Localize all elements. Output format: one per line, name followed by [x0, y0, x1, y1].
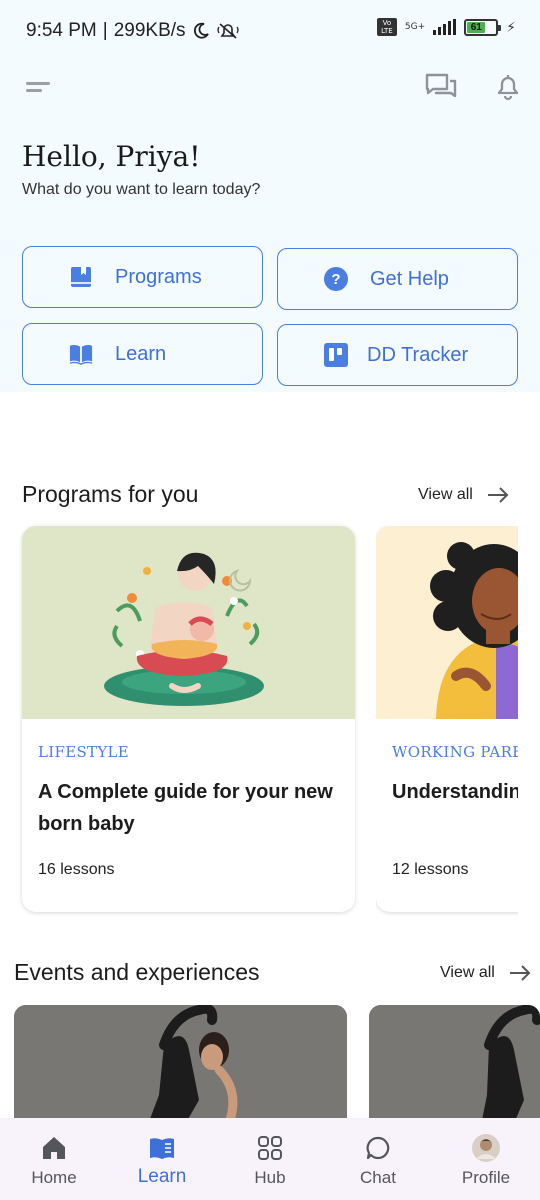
status-separator: | [102, 20, 108, 41]
nav-chat-label: Chat [360, 1168, 396, 1187]
events-view-all[interactable]: View all [440, 964, 531, 982]
program-lessons: 16 lessons [38, 861, 115, 878]
dd-tracker-label: DD Tracker [367, 344, 469, 366]
signal-icon [433, 19, 457, 35]
nav-chat[interactable]: Chat [324, 1118, 432, 1200]
status-speed: 299KB/s [113, 20, 186, 41]
chat-bubbles-icon[interactable] [424, 72, 458, 102]
status-right: Vo LTE 5G+ 61 ⚡ [376, 18, 516, 36]
moon-icon [193, 22, 209, 39]
bookmark-book-icon [71, 267, 91, 287]
question-circle-icon: ? [324, 267, 348, 291]
home-icon [43, 1137, 65, 1159]
event-card[interactable] [369, 1005, 540, 1135]
volte-badge: Vo LTE [376, 18, 397, 36]
nav-learn-label: Learn [137, 1166, 187, 1187]
status-time: 9:54 PM [26, 20, 97, 41]
network-label: 5G+ [404, 21, 426, 32]
nav-hub-label: Hub [254, 1168, 286, 1187]
open-book-icon [69, 344, 93, 365]
program-tag: LIFESTYLE [38, 743, 130, 761]
program-card-clip: WORKING PARENTS Understanding behaviour … [376, 526, 518, 916]
silent-bell-icon [216, 23, 239, 39]
program-tag: WORKING PARENTS [392, 743, 518, 761]
network-type: 5G+ [404, 21, 426, 32]
learn-button[interactable]: Learn [22, 323, 263, 385]
programs-view-all-label: View all [418, 486, 473, 503]
nav-profile[interactable]: Profile [432, 1118, 540, 1200]
program-lessons: 12 lessons [392, 861, 469, 878]
program-card[interactable]: LIFESTYLE A Complete guide for your new … [22, 526, 355, 912]
arrow-right-icon [487, 487, 509, 503]
program-card[interactable]: WORKING PARENTS Understanding behaviour … [376, 526, 518, 912]
arrow-right-icon [509, 965, 531, 981]
greeting-subtitle: What do you want to learn today? [22, 181, 261, 198]
programs-label: Programs [115, 266, 202, 288]
status-bar: 9:54 PM | 299KB/s Vo LTE 5G+ 61 ⚡ [0, 0, 540, 64]
bottom-navigation: Home Learn Hub Chat Profile [0, 1118, 540, 1200]
tracker-board-icon [324, 343, 348, 367]
nav-profile-label: Profile [461, 1168, 511, 1187]
battery-icon: 61 [464, 18, 502, 36]
events-section-title: Events and experiences [14, 959, 260, 985]
chat-icon [366, 1136, 390, 1160]
program-title: A Complete guide for your new born baby [38, 781, 333, 835]
nav-home-label: Home [31, 1168, 77, 1187]
greeting-title: Hello, Priya! [22, 140, 201, 173]
get-help-label: Get Help [370, 268, 449, 290]
grid-icon [258, 1136, 282, 1160]
status-left: 9:54 PM | 299KB/s [26, 20, 240, 42]
dd-tracker-button[interactable]: DD Tracker [277, 324, 518, 386]
nav-learn[interactable]: Learn [108, 1118, 216, 1200]
events-view-all-label: View all [440, 964, 495, 981]
event-image-yoga [14, 1005, 347, 1135]
card-illustration-mother-baby [22, 526, 355, 719]
event-image-yoga [369, 1005, 540, 1135]
event-card[interactable] [14, 1005, 347, 1135]
book-icon [150, 1138, 174, 1159]
svg-text:?: ? [331, 271, 340, 288]
menu-icon[interactable] [26, 80, 52, 96]
charging-icon: ⚡ [506, 18, 516, 35]
card-illustration-working-parent [376, 526, 518, 719]
programs-section-title: Programs for you [22, 481, 199, 507]
bell-icon[interactable] [494, 72, 522, 102]
nav-hub[interactable]: Hub [216, 1118, 324, 1200]
learn-label: Learn [115, 343, 167, 365]
nav-home[interactable]: Home [0, 1118, 108, 1200]
avatar-icon [472, 1134, 500, 1162]
program-title: Understanding behaviour [392, 781, 518, 803]
programs-view-all[interactable]: View all [418, 486, 509, 504]
get-help-button[interactable]: ? Get Help [277, 248, 518, 310]
battery-level: 61 [467, 21, 486, 33]
programs-button[interactable]: Programs [22, 246, 263, 308]
